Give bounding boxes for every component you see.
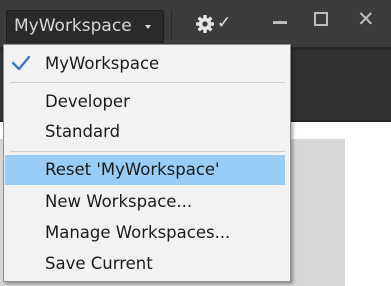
close-icon: ✕ [357,7,375,31]
menu-item-label: Standard [45,122,121,141]
app-window: MyWorkspace ✓ ✕ MyWorkspace Developer St… [0,0,391,286]
settings-apply-button[interactable]: ✓ [195,11,237,41]
workspace-selector-label: MyWorkspace [14,16,132,36]
menu-item-manage-workspaces[interactable]: Manage Workspaces... [4,218,290,248]
menu-item-myworkspace[interactable]: MyWorkspace [4,49,290,79]
menu-item-label: Save Current [45,254,153,273]
menu-item-standard[interactable]: Standard [4,117,290,147]
menu-item-label: New Workspace... [45,192,193,211]
menu-item-label: Manage Workspaces... [45,223,231,242]
menu-item-label: MyWorkspace [45,54,160,73]
menu-item-reset-workspace[interactable]: Reset 'MyWorkspace' [5,155,285,185]
close-button[interactable]: ✕ [348,6,383,32]
checkmark-icon [10,53,32,77]
menu-item-label: Developer [45,92,130,111]
menu-separator [10,82,285,83]
gear-icon [195,14,215,38]
maximize-icon [314,12,328,26]
toolbar-separator [171,10,172,40]
workspace-dropdown-menu: MyWorkspace Developer Standard Reset 'My… [3,44,291,282]
chevron-down-icon [145,25,151,29]
menu-item-save-current[interactable]: Save Current [4,249,290,279]
menu-item-new-workspace[interactable]: New Workspace... [4,187,290,217]
minimize-button[interactable] [262,6,297,32]
menu-item-label: Reset 'MyWorkspace' [45,160,220,179]
maximize-button[interactable] [303,6,338,32]
workspace-selector[interactable]: MyWorkspace [6,10,164,43]
minimize-icon [273,21,287,24]
menu-item-developer[interactable]: Developer [4,87,290,117]
menu-separator [10,151,285,152]
check-icon: ✓ [217,13,232,33]
